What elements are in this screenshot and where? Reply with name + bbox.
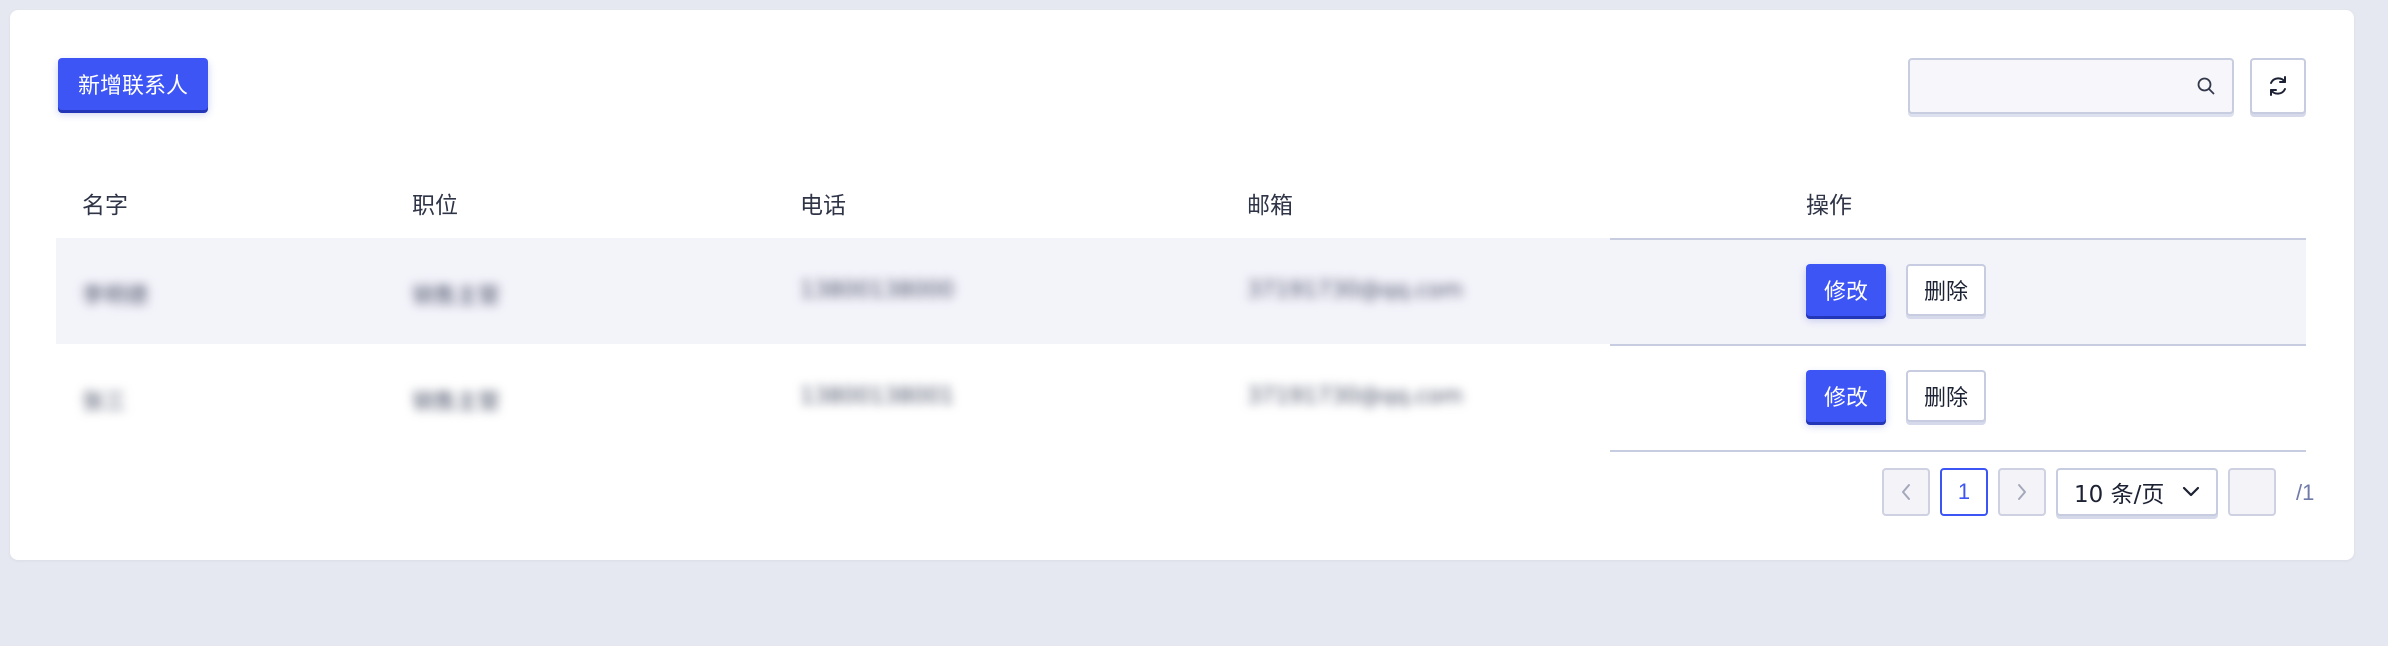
column-header-name: 名字 [82,193,128,219]
chevron-right-icon [2018,484,2026,500]
row-divider [1610,344,2306,346]
edit-button[interactable]: 修改 [1806,264,1886,316]
refresh-icon [2270,76,2286,96]
search-field[interactable] [1908,58,2234,114]
cell-phone: 13800138000 [800,278,954,303]
column-header-position: 职位 [412,193,458,219]
column-header-phone: 电话 [800,193,846,219]
total-pages-label: /1 [2296,480,2315,505]
chevron-left-icon [1902,484,1910,500]
cell-name: 李明德 [82,284,149,309]
prev-page-button[interactable] [1882,468,1930,516]
page-size-select[interactable]: 10 条/页 [2056,468,2218,516]
contacts-card: 新增联系人 名字 职位 电话 邮箱 操作 李明德 销售主管 1380013800… [10,10,2354,560]
row-divider [1610,450,2306,452]
page-size-label: 10 条/页 [2074,482,2165,508]
chevron-down-icon [2182,486,2200,497]
cell-name: 张三 [82,390,127,415]
column-header-email: 邮箱 [1247,193,1293,219]
cell-position: 销售主管 [412,390,501,415]
add-contact-button[interactable]: 新增联系人 [58,58,208,110]
cell-phone: 13800138001 [800,384,954,409]
delete-button[interactable]: 删除 [1906,264,1986,316]
cell-email: 37191730@qq.com [1247,278,1463,303]
row-divider [1610,238,2306,240]
page-jump-input[interactable] [2228,468,2276,516]
refresh-button[interactable] [2250,58,2306,114]
search-icon[interactable] [2196,76,2216,96]
cell-email: 37191730@qq.com [1247,384,1463,409]
search-input[interactable] [1918,66,2182,108]
edit-button[interactable]: 修改 [1806,370,1886,422]
cell-position: 销售主管 [412,284,501,309]
column-header-actions: 操作 [1806,193,1852,219]
next-page-button[interactable] [1998,468,2046,516]
delete-button[interactable]: 删除 [1906,370,1986,422]
page-number-current[interactable]: 1 [1940,468,1988,516]
